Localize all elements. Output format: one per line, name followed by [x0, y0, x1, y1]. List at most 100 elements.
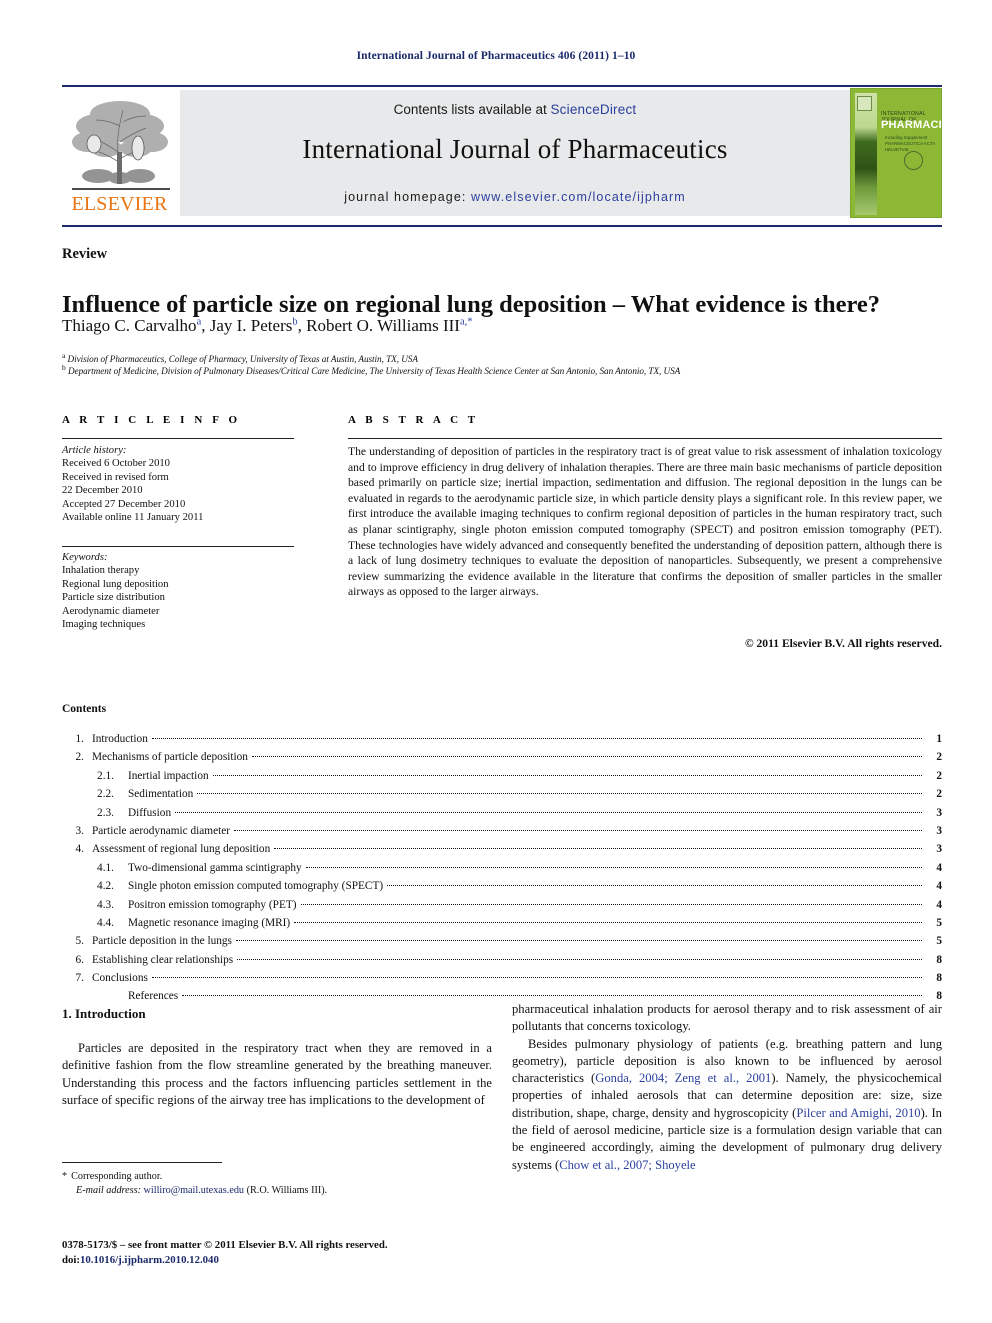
toc-leader-dots — [151, 977, 922, 979]
toc-entry-label: Diffusion — [128, 806, 172, 819]
toc-entry-page: 3 — [936, 824, 942, 837]
contents-lists-line: Contents lists available at ScienceDirec… — [180, 102, 850, 117]
toc-entry-label: Assessment of regional lung deposition — [92, 843, 271, 856]
abstract-heading: A B S T R A C T — [348, 414, 479, 426]
doi-link[interactable]: 10.1016/j.ijpharm.2010.12.040 — [80, 1254, 219, 1266]
article-history-block: Article history: Received 6 October 2010… — [62, 444, 302, 524]
toc-leader-dots — [251, 756, 922, 758]
body-column-left: Particles are deposited in the respirato… — [62, 1040, 492, 1109]
toc-entry-number: 2.3. — [97, 806, 114, 819]
toc-entry[interactable]: 2.3. Diffusion 3 — [62, 807, 942, 825]
toc-entry[interactable]: 6. Establishing clear relationships 8 — [62, 954, 942, 972]
corresponding-author-label: Corresponding author. — [71, 1171, 163, 1182]
intro-paragraph-right-1: pharmaceutical inhalation products for a… — [512, 1002, 942, 1034]
toc-entry-number: 7. — [75, 972, 84, 985]
toc-entry-label: Inertial impaction — [128, 769, 209, 782]
running-head: International Journal of Pharmaceutics 4… — [356, 50, 636, 62]
toc-entry[interactable]: 3. Particle aerodynamic diameter 3 — [62, 825, 942, 843]
sciencedirect-link[interactable]: ScienceDirect — [550, 102, 636, 117]
toc-entry-label: Particle deposition in the lungs — [92, 935, 232, 948]
toc-leader-dots — [294, 921, 922, 923]
masthead-center-band: Contents lists available at ScienceDirec… — [180, 90, 850, 216]
history-item: 22 December 2010 — [62, 485, 143, 497]
masthead-top-rule — [62, 85, 942, 87]
cover-square-mark — [857, 96, 872, 111]
abstract-text: The understanding of deposition of parti… — [348, 445, 942, 599]
journal-title: International Journal of Pharmaceutics — [302, 134, 728, 164]
toc-leader-dots — [175, 811, 922, 813]
elsevier-logo: ELSEVIER — [62, 90, 177, 218]
article-info-rule-top — [62, 438, 294, 439]
toc-entry-page: 5 — [936, 916, 942, 929]
footnote-rule — [62, 1162, 222, 1163]
toc-entry-number: 1. — [75, 733, 84, 745]
toc-entry[interactable]: 1. Introduction 1 — [62, 733, 942, 751]
toc-entry-number: 2.1. — [97, 769, 114, 782]
footnote-block: * Corresponding author. E-mail address: w… — [62, 1170, 492, 1197]
toc-entry-page: 5 — [936, 935, 942, 948]
toc-entry-label: Mechanisms of particle deposition — [92, 751, 248, 764]
toc-entry-number: 2. — [75, 751, 84, 764]
toc-entry-page: 8 — [936, 953, 942, 966]
email-link[interactable]: williro@mail.utexas.edu — [144, 1185, 244, 1196]
toc-leader-dots — [151, 738, 922, 739]
toc-leader-dots — [387, 885, 922, 887]
toc-entry-page: 8 — [936, 972, 942, 985]
toc-entry[interactable]: 5. Particle deposition in the lungs 5 — [62, 935, 942, 953]
toc-entry[interactable]: 4.2. Single photon emission computed tomo… — [62, 880, 942, 898]
homepage-url-link[interactable]: www.elsevier.com/locate/ijpharm — [471, 190, 686, 204]
citation-chow-shoyele[interactable]: Chow et al., 2007; Shoyele — [559, 1158, 695, 1172]
email-line: E-mail address: williro@mail.utexas.edu … — [62, 1184, 492, 1198]
affiliation-a-marker: a — [62, 351, 66, 360]
email-label: E-mail address: — [76, 1184, 141, 1196]
toc-entry-label: Positron emission tomography (PET) — [128, 898, 297, 911]
toc-entry-label: Conclusions — [92, 972, 148, 985]
toc-entry[interactable]: 2.2. Sedimentation 2 — [62, 788, 942, 806]
keywords-label: Keywords: — [62, 552, 108, 563]
elsevier-tree-baseline — [72, 188, 170, 190]
doi-label: doi: — [62, 1253, 80, 1266]
toc-entry-label: Two-dimensional gamma scintigraphy — [128, 861, 302, 874]
cover-seal-icon — [904, 151, 923, 170]
toc-entry[interactable]: 7. Conclusions 8 — [62, 972, 942, 990]
email-owner: (R.O. Williams III). — [246, 1184, 328, 1196]
toc-entry-number: 5. — [75, 935, 84, 948]
corresponding-author-line: * Corresponding author. — [62, 1170, 492, 1184]
toc-entry[interactable]: 4. Assessment of regional lung deposition… — [62, 843, 942, 861]
toc-leader-dots — [305, 866, 922, 868]
journal-cover-thumbnail: INTERNATIONAL JOURNAL OF PHARMACEUTICS I… — [850, 88, 942, 218]
body-column-right: pharmaceutical inhalation products for a… — [512, 1001, 942, 1174]
author-list: Thiago C. Carvalhoa, Jay I. Petersb, Rob… — [62, 316, 473, 335]
toc-entry-page: 2 — [936, 751, 942, 764]
toc-entry-number: 4.2. — [97, 880, 114, 893]
citation-pilcer-amighi[interactable]: Pilcer and Amighi, 2010 — [796, 1106, 920, 1120]
keyword-item: Particle size distribution — [62, 592, 165, 604]
toc-entry-page: 4 — [936, 861, 942, 874]
toc-leader-dots — [234, 829, 922, 831]
article-type-label: Review — [62, 246, 108, 262]
article-page: International Journal of Pharmaceutics 4… — [0, 0, 992, 1323]
toc-entry[interactable]: 2.1. Inertial impaction 2 — [62, 770, 942, 788]
toc-entry[interactable]: 2. Mechanisms of particle deposition 2 — [62, 751, 942, 769]
toc-entry-number: 3. — [75, 824, 84, 837]
toc-entry-number: 6. — [75, 953, 84, 966]
toc-entry-number: 4.3. — [97, 898, 114, 911]
toc-entry-number: 2.2. — [97, 788, 114, 801]
toc-leader-dots — [237, 958, 922, 960]
toc-entry[interactable]: 4.1. Two-dimensional gamma scintigraphy 4 — [62, 862, 942, 880]
homepage-label: journal homepage: — [344, 190, 467, 204]
elsevier-wordmark: ELSEVIER — [71, 193, 168, 215]
history-item: Available online 11 January 2011 — [62, 512, 204, 524]
corresponding-author-marker: * — [62, 1171, 68, 1182]
affiliation-b: b Department of Medicine, Division of Pu… — [62, 363, 942, 376]
history-item: Accepted 27 December 2010 — [62, 498, 186, 510]
abstract-copyright: © 2011 Elsevier B.V. All rights reserved… — [744, 637, 942, 650]
cover-title-line2: PHARMACEUTICS — [881, 119, 941, 131]
toc-leader-dots — [197, 793, 922, 795]
toc-entry[interactable]: 4.3. Positron emission tomography (PET) 4 — [62, 899, 942, 917]
keywords-block: Keywords: Inhalation therapy Regional lu… — [62, 551, 302, 631]
elsevier-tree-icon — [68, 92, 172, 190]
toc-entry[interactable]: 4.4. Magnetic resonance imaging (MRI) 5 — [62, 917, 942, 935]
article-info-heading: A R T I C L E I N F O — [62, 414, 241, 426]
citation-gonda-zeng[interactable]: Gonda, 2004; Zeng et al., 2001 — [595, 1071, 771, 1085]
